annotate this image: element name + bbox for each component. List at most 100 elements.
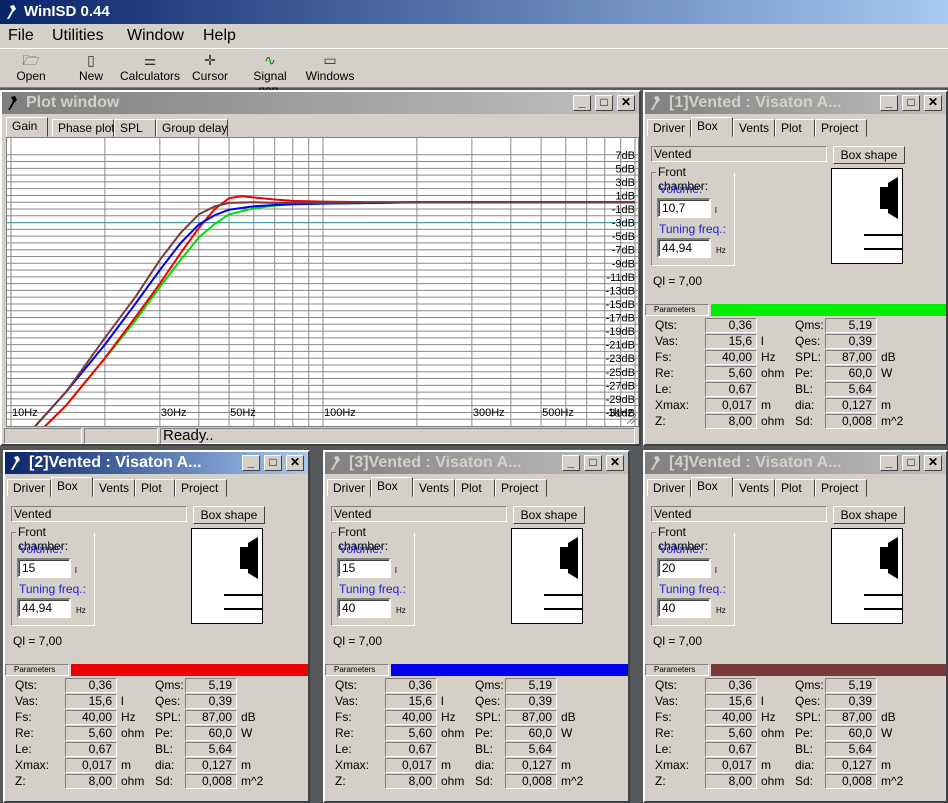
volume-unit: l [395, 566, 397, 575]
windows-icon: ▭ [323, 52, 337, 68]
menu-utilities[interactable]: Utilities [48, 26, 108, 46]
box-shape-button[interactable]: Box shape [193, 506, 265, 524]
close-button[interactable]: ✕ [617, 95, 635, 111]
maximize-button[interactable]: □ [902, 455, 920, 471]
tab-spl[interactable]: SPL [114, 119, 156, 137]
tuning-freq-input[interactable]: 40 [657, 598, 711, 618]
box-shape-preview [831, 528, 903, 624]
param-label: Vas: [15, 694, 39, 708]
minimize-button[interactable]: _ [880, 455, 898, 471]
tab-plot[interactable]: Plot [775, 479, 815, 497]
param-label: dia: [475, 758, 495, 772]
param-label: Le: [655, 742, 672, 756]
param-label: Xmax: [335, 758, 370, 772]
tab-project[interactable]: Project [495, 479, 547, 497]
driver-window-titlebar[interactable]: [2]Vented : Visaton A... _ □ ✕ [5, 452, 308, 474]
param-value: 15,6 [385, 694, 437, 709]
param-label: Fs: [15, 710, 32, 724]
minimize-button[interactable]: _ [562, 455, 580, 471]
tuning-freq-input[interactable]: 44,94 [17, 598, 71, 618]
param-unit: Hz [121, 710, 136, 724]
menu-window[interactable]: Window [123, 26, 188, 46]
maximize-button[interactable]: □ [902, 95, 920, 111]
box-shape-button[interactable]: Box shape [833, 506, 905, 524]
tab-project[interactable]: Project [815, 119, 867, 137]
tab-box[interactable]: Box [691, 117, 733, 137]
tab-vents[interactable]: Vents [93, 479, 135, 497]
close-button[interactable]: ✕ [924, 455, 942, 471]
calculators-button[interactable]: ⚌ Calculators [120, 51, 180, 87]
close-button[interactable]: ✕ [286, 455, 304, 471]
close-button[interactable]: ✕ [924, 95, 942, 111]
tuning-freq-input[interactable]: 40 [337, 598, 391, 618]
driver-window-titlebar[interactable]: [3]Vented : Visaton A... _ □ ✕ [325, 452, 628, 474]
param-label: Re: [335, 726, 354, 740]
tab-gain[interactable]: Gain [6, 117, 48, 137]
volume-input[interactable]: 20 [657, 558, 711, 578]
tab-group-delay[interactable]: Group delay [156, 119, 228, 137]
y-tick-label: -19dB [606, 326, 635, 338]
param-value: 60,0 [185, 726, 237, 741]
gain-plot[interactable]: 7dB 5dB 3dB 1dB -1dB -3dB -5dB -7dB -9dB -11dB -13… [6, 137, 639, 461]
maximize-button[interactable]: □ [595, 95, 613, 111]
tab-plot[interactable]: Plot [455, 479, 495, 497]
box-shape-button[interactable]: Box shape [513, 506, 585, 524]
menu-file[interactable]: File [4, 26, 38, 46]
tab-driver[interactable]: Driver [647, 119, 691, 137]
tab-project[interactable]: Project [175, 479, 227, 497]
param-label: Re: [655, 726, 674, 740]
menu-help[interactable]: Help [199, 26, 240, 46]
param-value: 40,00 [65, 710, 117, 725]
volume-input[interactable]: 15 [17, 558, 71, 578]
y-tick-label: -5dB [612, 231, 635, 243]
x-tick-label: 1kHz [608, 407, 633, 419]
tab-vents[interactable]: Vents [733, 479, 775, 497]
tab-driver[interactable]: Driver [327, 479, 371, 497]
param-value: 40,00 [705, 350, 757, 365]
open-button[interactable]: 🗁 Open [10, 51, 52, 87]
tab-box[interactable]: Box [51, 477, 93, 497]
windows-button[interactable]: ▭ Windows [304, 51, 356, 87]
winisd-app-icon[interactable] [5, 4, 19, 20]
box-shape-button[interactable]: Box shape [833, 146, 905, 164]
param-label: Qts: [15, 678, 38, 692]
tab-driver[interactable]: Driver [647, 479, 691, 497]
param-value: 0,39 [505, 694, 557, 709]
signal-generator-button[interactable]: ∿Signal gen. [240, 51, 300, 97]
tab-box[interactable]: Box [371, 477, 413, 497]
maximize-button[interactable]: □ [264, 455, 282, 471]
tab-plot[interactable]: Plot [775, 119, 815, 137]
plot-window-title: Plot window [26, 94, 120, 111]
param-unit: dB [241, 710, 256, 724]
tab-phase-plot[interactable]: Phase plot [52, 119, 115, 137]
cursor-button[interactable]: ✛ Cursor [190, 51, 230, 87]
driver-window-titlebar[interactable]: [1]Vented : Visaton A... _ □ ✕ [645, 92, 946, 114]
crosshair-cursor-icon: ✛ [204, 52, 216, 68]
minimize-button[interactable]: _ [880, 95, 898, 111]
plot-window-titlebar[interactable]: Plot window _ □ ✕ [2, 92, 639, 114]
volume-input[interactable]: 15 [337, 558, 391, 578]
tab-driver[interactable]: Driver [7, 479, 51, 497]
tab-project[interactable]: Project [815, 479, 867, 497]
volume-input[interactable]: 10,7 [657, 198, 711, 218]
param-value: 0,017 [705, 758, 757, 773]
cursor-button-label: Cursor [191, 69, 228, 83]
driver-window-titlebar[interactable]: [4]Vented : Visaton A... _ □ ✕ [645, 452, 946, 474]
y-tick-label: -29dB [606, 394, 635, 406]
tab-vents[interactable]: Vents [733, 119, 775, 137]
param-label: Pe: [795, 726, 814, 740]
param-value: 0,127 [825, 398, 877, 413]
tuning-freq-label: Tuning freq.: [339, 582, 406, 596]
tab-box[interactable]: Box [691, 477, 733, 497]
minimize-button[interactable]: _ [573, 95, 591, 111]
tab-vents[interactable]: Vents [413, 479, 455, 497]
param-value: 0,017 [705, 398, 757, 413]
new-button[interactable]: ▯ New [72, 51, 110, 87]
calculator-icon: ⚌ [143, 52, 157, 68]
minimize-button[interactable]: _ [242, 455, 260, 471]
tab-plot[interactable]: Plot [135, 479, 175, 497]
driver-window-icon [651, 96, 660, 110]
tuning-freq-input[interactable]: 44,94 [657, 238, 711, 258]
close-button[interactable]: ✕ [606, 455, 624, 471]
maximize-button[interactable]: □ [584, 455, 602, 471]
